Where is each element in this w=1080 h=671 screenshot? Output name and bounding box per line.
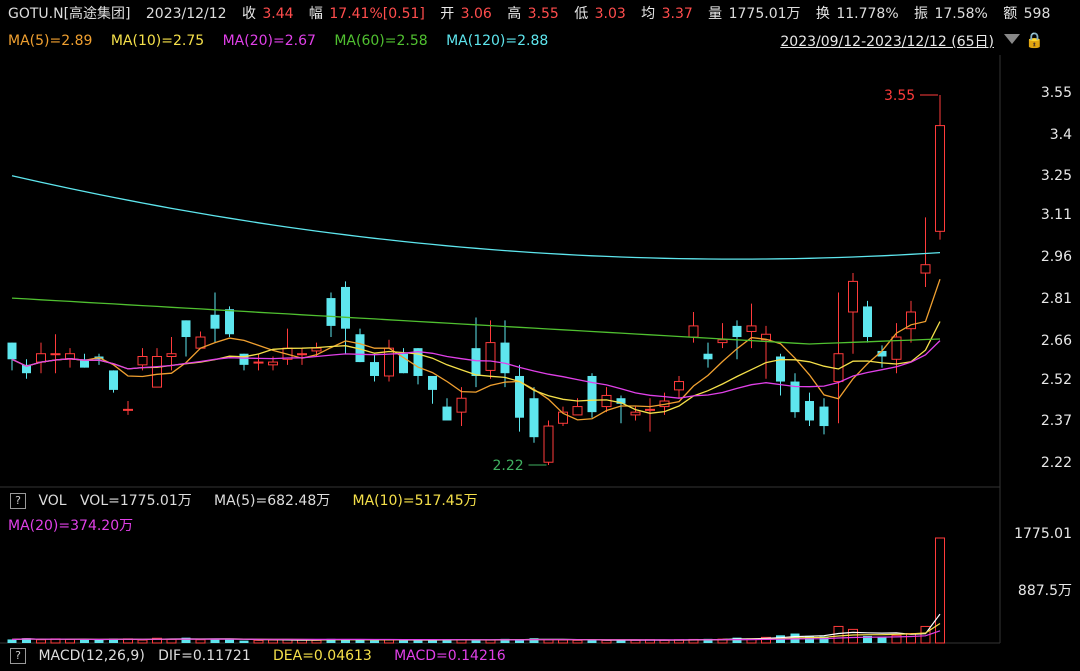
candle-body: [688, 325, 699, 338]
ma120-line: [11, 175, 941, 260]
candle-body: [399, 353, 408, 374]
volume-bar: [311, 639, 322, 644]
volume-bar: [80, 639, 89, 643]
volume-bar: [137, 639, 148, 644]
candle-body: [703, 353, 713, 360]
high-marker-label: 3.55: [884, 88, 915, 104]
candle-body: [920, 264, 931, 274]
candle-body: [819, 406, 829, 427]
candle-body: [7, 342, 17, 360]
candle-body: [848, 280, 858, 313]
candle-body: [311, 347, 322, 352]
candle-body: [863, 306, 872, 338]
volume-bar: [558, 639, 568, 644]
candle-body: [471, 348, 481, 376]
volume-ma10-line: [11, 622, 941, 641]
volume-bar: [906, 633, 916, 644]
volume-bar: [833, 625, 844, 644]
candle-body: [630, 411, 641, 416]
candle-body: [717, 339, 728, 344]
volume-bar: [239, 640, 249, 643]
candle-body: [674, 381, 684, 391]
candle-body: [297, 353, 307, 356]
candle-body: [166, 353, 177, 358]
candle-body: [123, 408, 133, 411]
volume-bar: [36, 639, 46, 644]
candle-body: [805, 401, 814, 421]
candle-body: [181, 320, 191, 338]
candle-body: [210, 314, 220, 329]
volume-bar: [7, 639, 17, 643]
low-marker-label: 2.22: [493, 458, 524, 474]
volume-bar: [601, 639, 612, 644]
candle-body: [645, 408, 655, 411]
candle-body: [253, 361, 264, 364]
volume-bar: [65, 638, 75, 644]
volume-bar: [195, 639, 206, 644]
candle-body: [137, 356, 148, 366]
candle-body: [485, 342, 496, 371]
candle-body: [50, 353, 61, 356]
candle-body: [746, 325, 757, 332]
volume-bar: [253, 639, 264, 644]
candle-body: [732, 325, 742, 338]
volume-ma5-line: [11, 613, 941, 641]
candle-body: [239, 353, 249, 365]
volume-bar: [399, 640, 408, 643]
candle-body: [326, 298, 336, 326]
candle-body: [500, 342, 510, 374]
volume-bar: [370, 640, 379, 643]
volume-bar: [877, 637, 887, 643]
candle-body: [529, 398, 539, 438]
volume-bar: [268, 639, 278, 644]
volume-bar: [587, 640, 597, 643]
candle-body: [543, 425, 554, 463]
volume-ma20-line: [11, 630, 941, 641]
candle-body: [572, 406, 583, 416]
volume-bar: [471, 640, 481, 643]
candle-body: [341, 286, 350, 329]
volume-bar: [94, 640, 104, 643]
candle-body: [442, 406, 452, 421]
volume-bar: [935, 537, 945, 644]
kline-chart[interactable]: 3.55 2.22: [0, 0, 1080, 671]
candle-body: [268, 361, 278, 366]
candle-body: [36, 353, 46, 363]
volume-bar: [166, 638, 177, 644]
candle-body: [456, 397, 467, 413]
candle-body: [225, 309, 234, 335]
candle-body: [935, 125, 945, 232]
candle-body: [428, 375, 437, 390]
candle-body: [109, 370, 118, 390]
volume-bar: [572, 639, 583, 644]
candle-body: [152, 356, 162, 388]
volume-bar: [848, 628, 858, 644]
candle-body: [370, 362, 379, 376]
